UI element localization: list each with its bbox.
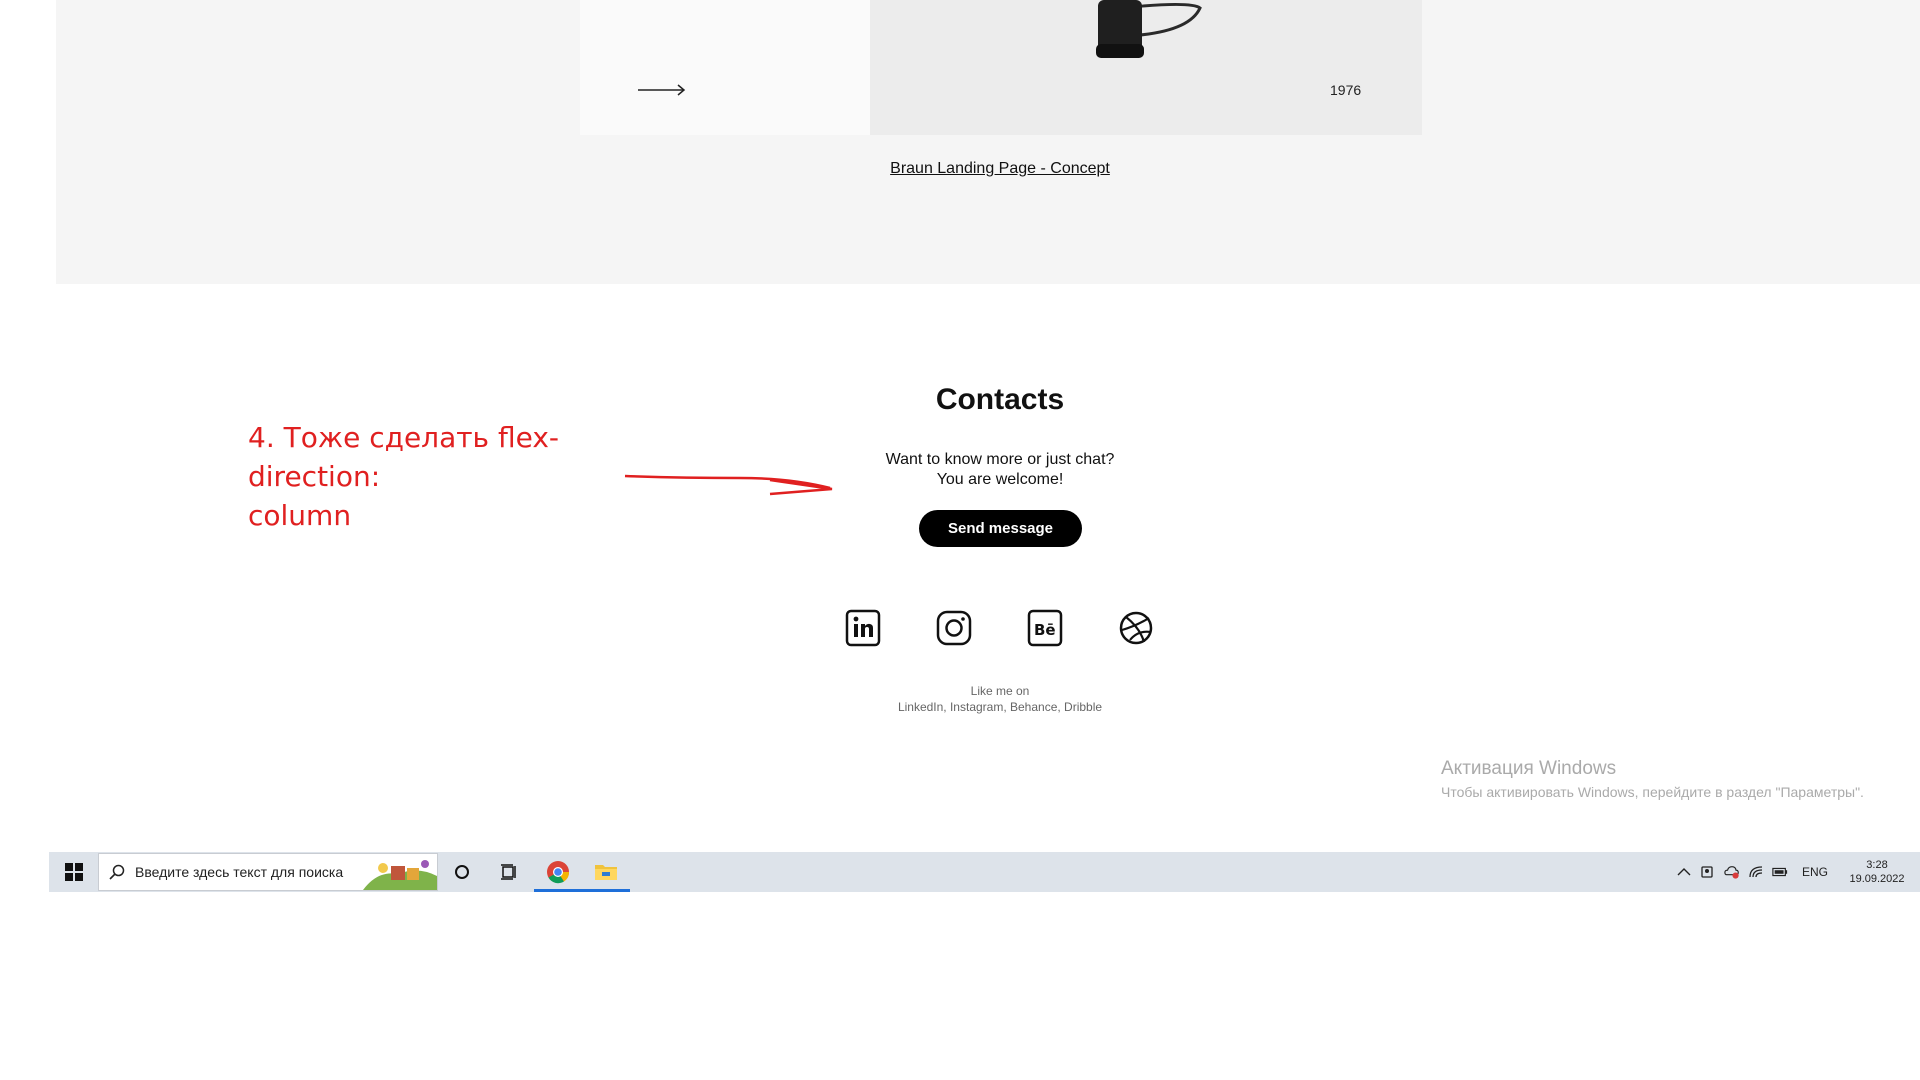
search-placeholder: Введите здесь текст для поиска	[135, 864, 344, 880]
clock[interactable]: 3:28 19.09.2022	[1842, 858, 1912, 886]
wifi-icon[interactable]	[1748, 864, 1764, 880]
project-link[interactable]: Braun Landing Page - Concept	[884, 160, 1116, 178]
start-button[interactable]	[49, 852, 98, 892]
taskbar: Введите здесь текст для поиска ENG 3:28 …	[49, 852, 1920, 892]
annotation-line-1: 4. Тоже сделать flex-direction:	[248, 421, 559, 493]
linkedin-icon[interactable]	[845, 608, 881, 648]
system-tray: ENG 3:28 19.09.2022	[1676, 852, 1920, 892]
svg-text:Bē: Bē	[1034, 621, 1056, 639]
chrome-icon	[547, 861, 570, 884]
annotation-arrow	[624, 474, 833, 496]
taskbar-search-input[interactable]: Введите здесь текст для поиска	[98, 853, 438, 891]
social-caption: Like me on LinkedIn, Instagram, Behance,…	[860, 683, 1140, 715]
task-view-icon	[501, 864, 516, 880]
file-explorer-taskbar-button[interactable]	[582, 852, 630, 892]
dribbble-icon[interactable]	[1118, 608, 1154, 648]
project-card-image	[870, 0, 1422, 135]
onedrive-error-icon[interactable]	[1724, 864, 1740, 880]
task-view-button[interactable]	[486, 852, 534, 892]
send-message-button[interactable]: Send message	[919, 510, 1082, 547]
project-arrow-icon[interactable]	[638, 80, 686, 100]
contacts-line-2: You are welcome!	[936, 471, 1064, 488]
speaker-product-image	[1096, 0, 1202, 58]
battery-icon[interactable]	[1772, 864, 1788, 880]
cortana-button[interactable]	[438, 852, 486, 892]
social-links: Bē	[845, 608, 1154, 648]
contacts-title: Contacts	[935, 383, 1065, 416]
contacts-description: Want to know more or just chat? You are …	[840, 450, 1160, 490]
social-caption-line-1: Like me on	[970, 684, 1030, 698]
project-year: 1976	[1330, 82, 1362, 98]
input-language-indicator[interactable]: ENG	[1802, 865, 1828, 879]
folder-icon	[595, 865, 617, 880]
project-card-left	[580, 0, 870, 135]
clock-time: 3:28	[1866, 859, 1888, 871]
windows-logo-icon	[64, 863, 83, 881]
activation-watermark-subtitle: Чтобы активировать Windows, перейдите в …	[1441, 784, 1864, 800]
clock-date: 19.09.2022	[1849, 873, 1905, 885]
meet-now-icon[interactable]	[1700, 864, 1716, 880]
search-icon	[109, 864, 125, 880]
cortana-circle-icon	[455, 865, 469, 879]
activation-watermark-title: Активация Windows	[1441, 758, 1617, 779]
instagram-icon[interactable]	[936, 608, 972, 648]
contacts-line-1: Want to know more or just chat?	[885, 451, 1115, 468]
social-caption-line-2: LinkedIn, Instagram, Behance, Dribble	[897, 700, 1103, 714]
annotation-line-2: column	[248, 499, 352, 532]
search-highlight-illustration	[363, 860, 437, 890]
chrome-taskbar-button[interactable]	[534, 852, 582, 892]
annotation-note: 4. Тоже сделать flex-direction: column	[248, 418, 668, 535]
show-hidden-icons-chevron-icon[interactable]	[1676, 864, 1692, 880]
behance-icon[interactable]: Bē	[1027, 608, 1063, 648]
